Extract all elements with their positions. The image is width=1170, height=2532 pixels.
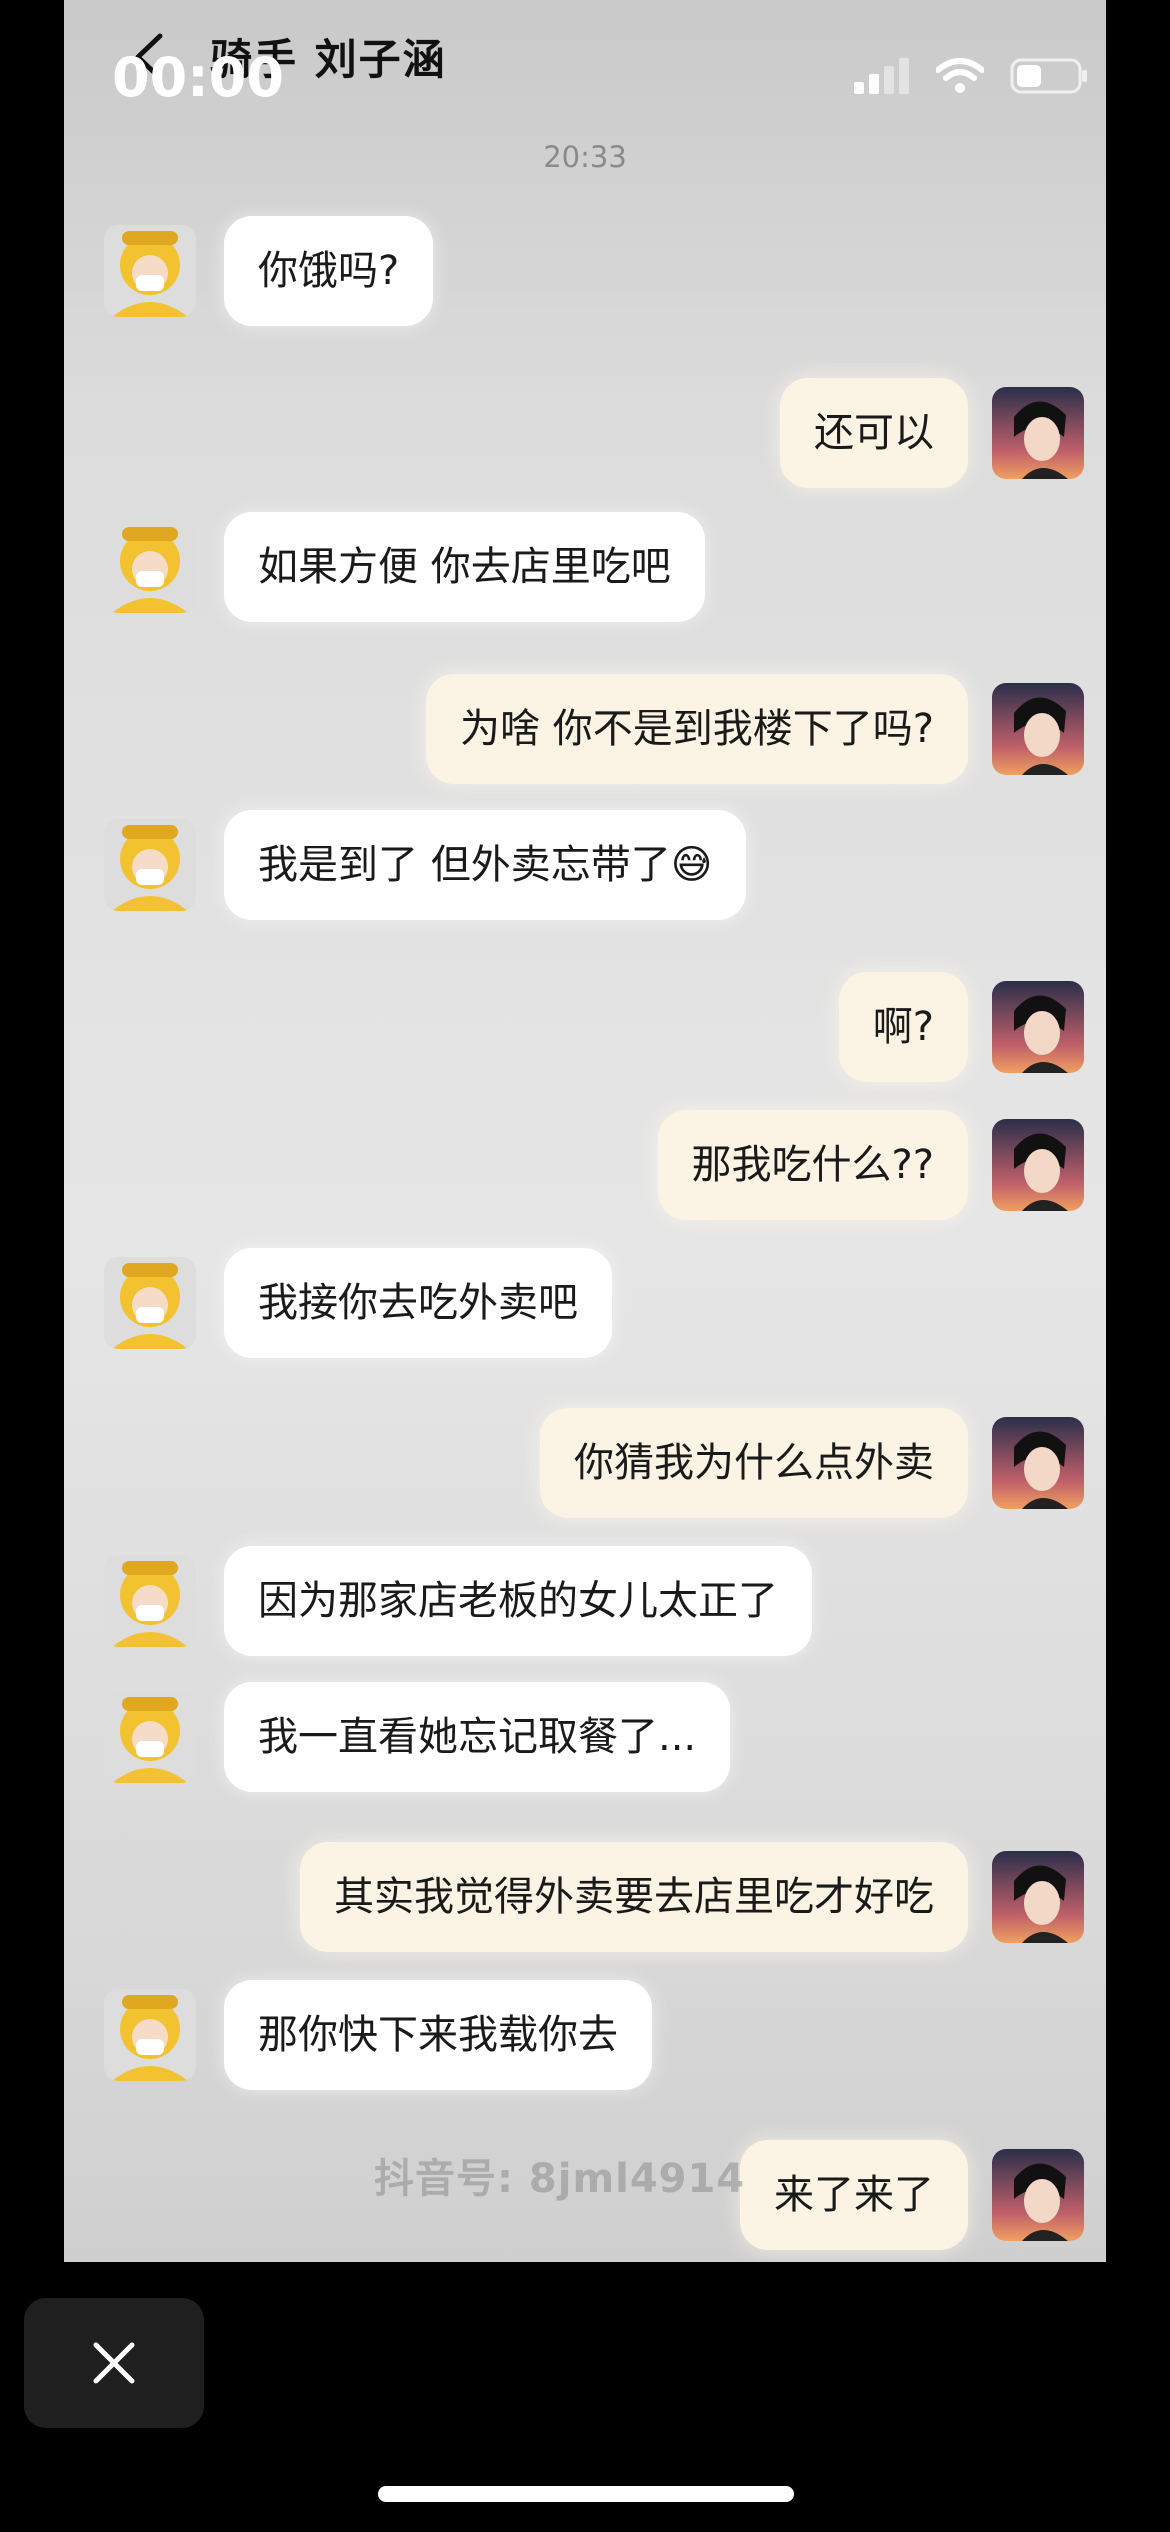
signal-icon xyxy=(854,58,909,94)
battery-icon xyxy=(1010,58,1087,94)
rider-avatar[interactable] xyxy=(104,1691,196,1783)
message-row: 来了来了 xyxy=(740,2140,1084,2250)
screen: 骑手 刘子涵 20:33 你饿吗? 还可以 如果方便 你去店里吃吧 为啥 你不是… xyxy=(0,0,1170,2532)
message-bubble: 如果方便 你去店里吃吧 xyxy=(224,512,705,622)
message-row: 你饿吗? xyxy=(104,216,434,326)
message-row: 我接你去吃外卖吧 xyxy=(104,1248,612,1358)
message-bubble: 那你快下来我载你去 xyxy=(224,1980,652,2090)
message-bubble: 你猜我为什么点外卖 xyxy=(540,1408,968,1518)
rider-avatar[interactable] xyxy=(104,225,196,317)
rider-avatar[interactable] xyxy=(104,1555,196,1647)
message-bubble: 啊? xyxy=(838,972,968,1082)
home-indicator[interactable] xyxy=(378,2486,794,2502)
close-icon xyxy=(93,2342,135,2384)
wifi-icon xyxy=(936,58,984,93)
message-bubble: 因为那家店老板的女儿太正了 xyxy=(224,1546,812,1656)
video-watermark: 抖音号: 8jml4914 xyxy=(374,2156,746,2202)
message-row: 因为那家店老板的女儿太正了 xyxy=(104,1546,812,1656)
user-avatar[interactable] xyxy=(992,387,1084,479)
message-bubble: 来了来了 xyxy=(740,2140,968,2250)
user-avatar[interactable] xyxy=(992,683,1084,775)
message-row: 为啥 你不是到我楼下了吗? xyxy=(426,674,1084,784)
message-row: 我是到了 但外卖忘带了😅 xyxy=(104,810,747,920)
user-avatar[interactable] xyxy=(992,1119,1084,1211)
chat-screenshot: 骑手 刘子涵 20:33 你饿吗? 还可以 如果方便 你去店里吃吧 为啥 你不是… xyxy=(64,0,1106,2262)
message-row: 那你快下来我载你去 xyxy=(104,1980,652,2090)
user-avatar[interactable] xyxy=(992,1417,1084,1509)
rider-avatar[interactable] xyxy=(104,1257,196,1349)
user-avatar[interactable] xyxy=(992,2149,1084,2241)
message-bubble: 为啥 你不是到我楼下了吗? xyxy=(426,674,968,784)
message-bubble: 还可以 xyxy=(780,378,968,488)
message-row: 还可以 xyxy=(780,378,1084,488)
message-bubble: 那我吃什么?? xyxy=(657,1110,968,1220)
rider-avatar[interactable] xyxy=(104,521,196,613)
message-bubble: 我是到了 但外卖忘带了😅 xyxy=(224,810,747,920)
status-icons xyxy=(854,56,1090,96)
user-avatar[interactable] xyxy=(992,981,1084,1073)
message-timestamp: 20:33 xyxy=(543,140,627,174)
status-time: 00:00 xyxy=(112,46,284,109)
rider-avatar[interactable] xyxy=(104,1989,196,2081)
close-button[interactable] xyxy=(24,2298,204,2428)
message-row: 你猜我为什么点外卖 xyxy=(540,1408,1084,1518)
message-bubble: 你饿吗? xyxy=(224,216,434,326)
message-bubble: 我接你去吃外卖吧 xyxy=(224,1248,612,1358)
rider-avatar[interactable] xyxy=(104,819,196,911)
message-bubble: 我一直看她忘记取餐了... xyxy=(224,1682,731,1792)
user-avatar[interactable] xyxy=(992,1851,1084,1943)
message-row: 那我吃什么?? xyxy=(657,1110,1084,1220)
message-row: 我一直看她忘记取餐了... xyxy=(104,1682,731,1792)
message-row: 如果方便 你去店里吃吧 xyxy=(104,512,705,622)
message-row: 啊? xyxy=(838,972,1084,1082)
message-bubble: 其实我觉得外卖要去店里吃才好吃 xyxy=(300,1842,968,1952)
message-row: 其实我觉得外卖要去店里吃才好吃 xyxy=(300,1842,1084,1952)
